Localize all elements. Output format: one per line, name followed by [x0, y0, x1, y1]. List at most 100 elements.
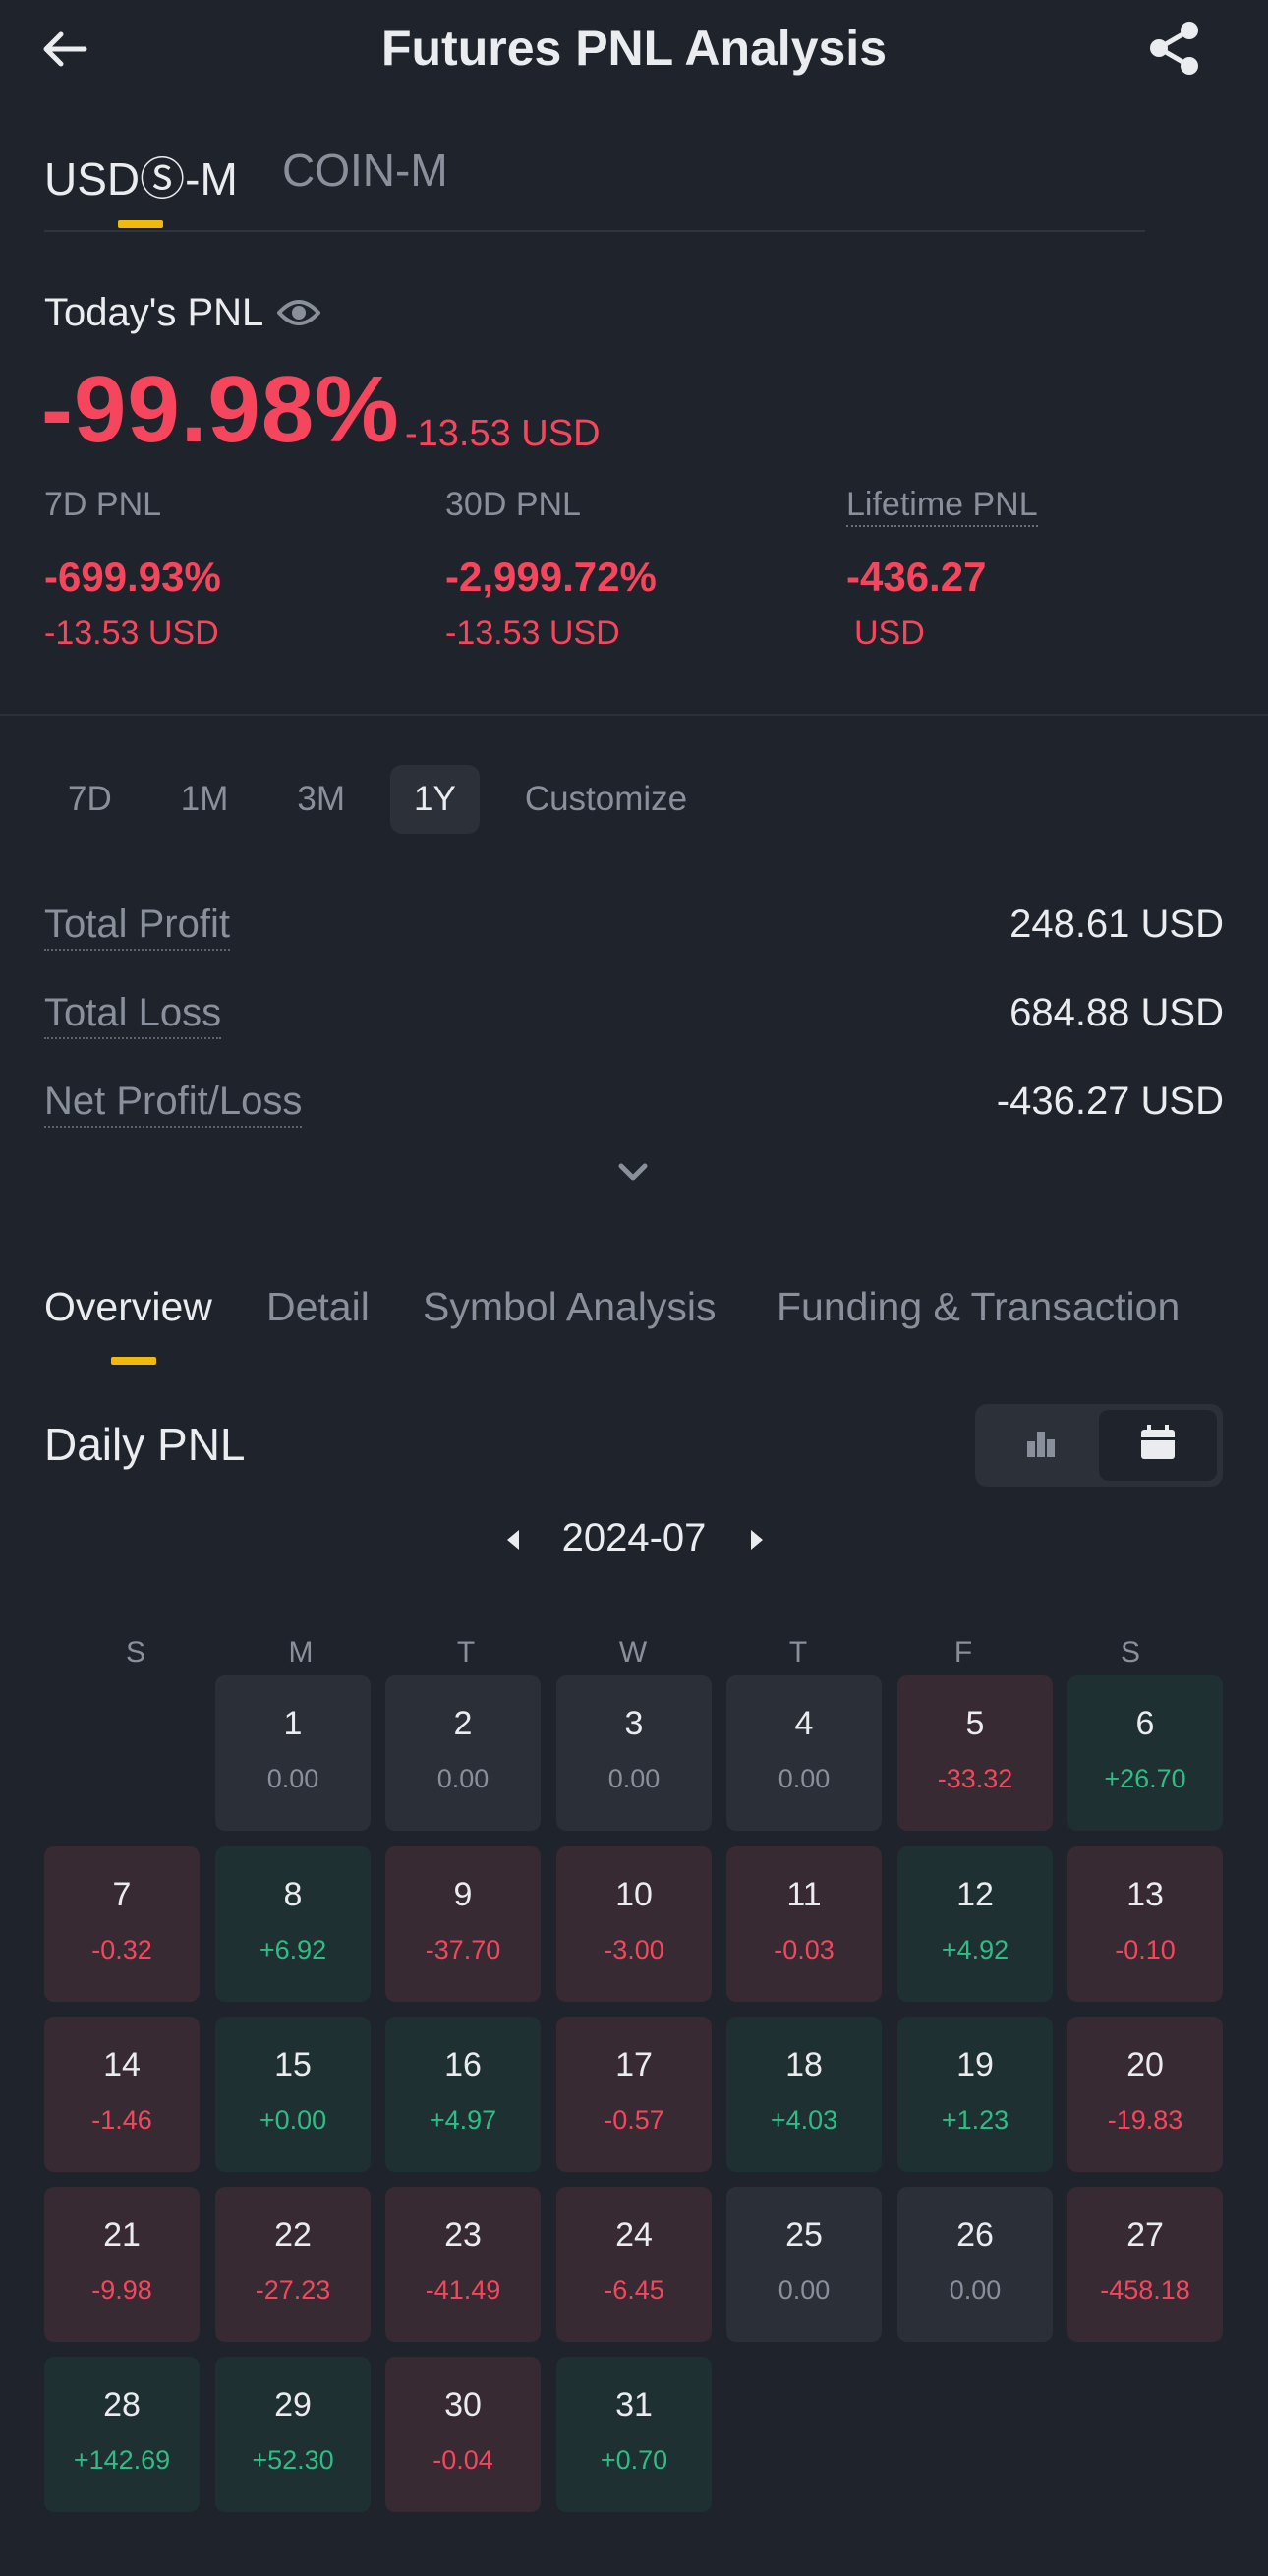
calendar-day-cell[interactable]: 28 +142.69 [44, 2357, 200, 2512]
day-number: 13 [1126, 1876, 1164, 1913]
range-tab-1y[interactable]: 1Y [390, 765, 480, 834]
calendar-day-cell[interactable]: 27 -458.18 [1067, 2187, 1223, 2342]
tab-coin-m[interactable]: COIN-M [282, 144, 448, 197]
calendar-day-cell[interactable]: 5 -33.32 [897, 1675, 1053, 1831]
day-pnl-value: -41.49 [425, 2275, 501, 2305]
calendar-day-cell[interactable]: 18 +4.03 [726, 2017, 882, 2172]
calendar-day-cell[interactable]: 4 0.00 [726, 1675, 882, 1831]
calendar-day-cell[interactable]: 14 -1.46 [44, 2017, 200, 2172]
weekday-label: W [618, 1636, 648, 1669]
summary-net-profit-loss: Net Profit/Loss -436.27 USD [44, 1080, 1224, 1139]
calendar-day-cell[interactable]: 20 -19.83 [1067, 2017, 1223, 2172]
top-bar: Futures PNL Analysis [0, 0, 1268, 103]
day-number: 24 [615, 2216, 653, 2254]
day-pnl-value: +142.69 [73, 2445, 171, 2475]
stat-label-lifetime[interactable]: Lifetime PNL [846, 486, 1038, 527]
page-title: Futures PNL Analysis [380, 21, 888, 76]
day-number: 1 [283, 1705, 303, 1742]
calendar-day-cell[interactable]: 30 -0.04 [385, 2357, 541, 2512]
calendar-day-cell[interactable]: 31 +0.70 [556, 2357, 712, 2512]
calendar-day-cell[interactable]: 12 +4.92 [897, 1846, 1053, 2002]
day-pnl-value: +52.30 [252, 2445, 334, 2475]
calendar-day-cell[interactable]: 23 -41.49 [385, 2187, 541, 2342]
day-pnl-value: -6.45 [604, 2275, 664, 2305]
calendar-day-cell[interactable]: 19 +1.23 [897, 2017, 1053, 2172]
weekday-label: T [456, 1636, 476, 1669]
calendar-day-cell[interactable]: 24 -6.45 [556, 2187, 712, 2342]
day-number: 7 [112, 1876, 132, 1913]
calendar-day-cell[interactable]: 25 0.00 [726, 2187, 882, 2342]
calendar-day-cell[interactable]: 17 -0.57 [556, 2017, 712, 2172]
day-pnl-value: 0.00 [778, 2275, 831, 2305]
range-tab-3m[interactable]: 3M [273, 765, 369, 834]
day-number: 10 [615, 1876, 653, 1913]
calendar-day-cell[interactable]: 2 0.00 [385, 1675, 541, 1831]
todays-pnl-usd: -13.53 USD [405, 413, 601, 454]
summary-label[interactable]: Total Loss [44, 991, 222, 1039]
day-pnl-value: +4.92 [941, 1935, 1009, 1964]
calendar-day-cell[interactable]: 3 0.00 [556, 1675, 712, 1831]
summary-label[interactable]: Total Profit [44, 903, 230, 951]
weekday-label: M [288, 1636, 314, 1669]
range-tab-7d[interactable]: 7D [44, 765, 136, 834]
calendar-day-cell[interactable]: 10 -3.00 [556, 1846, 712, 2002]
todays-pnl-label: Today's PNL [44, 291, 264, 334]
tab-overview[interactable]: Overview [44, 1284, 212, 1330]
month-navigator: 2024-07 [0, 1512, 1268, 1571]
day-number: 26 [956, 2216, 994, 2254]
day-number: 19 [956, 2046, 994, 2083]
chevron-down-icon[interactable] [613, 1158, 653, 1188]
tab-symbol-analysis[interactable]: Symbol Analysis [423, 1284, 717, 1330]
day-number: 3 [624, 1705, 644, 1742]
section-divider [0, 714, 1268, 716]
day-pnl-value: 0.00 [436, 1764, 490, 1793]
day-number: 17 [615, 2046, 653, 2083]
day-pnl-value: 0.00 [778, 1764, 831, 1793]
calendar-day-cell[interactable]: 29 +52.30 [215, 2357, 371, 2512]
day-pnl-value: +4.03 [770, 2105, 838, 2135]
day-number: 18 [785, 2046, 823, 2083]
day-pnl-value: 0.00 [607, 1764, 661, 1793]
calendar-day-cell[interactable]: 9 -37.70 [385, 1846, 541, 2002]
day-pnl-value: 0.00 [949, 2275, 1002, 2305]
range-tab-customize[interactable]: Customize [501, 765, 711, 834]
stat-label: 7D PNL [44, 486, 162, 523]
day-number: 30 [444, 2386, 482, 2424]
day-pnl-value: +1.23 [941, 2105, 1009, 2135]
day-number: 27 [1126, 2216, 1164, 2254]
day-number: 14 [103, 2046, 141, 2083]
range-tab-1m[interactable]: 1M [157, 765, 253, 834]
summary-total-profit: Total Profit 248.61 USD [44, 903, 1224, 962]
day-number: 22 [274, 2216, 312, 2254]
caret-right-icon[interactable] [747, 1526, 767, 1553]
chart-view-button[interactable] [981, 1410, 1099, 1481]
tab-detail[interactable]: Detail [266, 1284, 370, 1330]
summary-label[interactable]: Net Profit/Loss [44, 1080, 303, 1128]
calendar-day-cell[interactable]: 15 +0.00 [215, 2017, 371, 2172]
calendar-day-cell[interactable]: 11 -0.03 [726, 1846, 882, 2002]
day-pnl-value: +4.97 [429, 2105, 497, 2135]
calendar-day-cell[interactable]: 6 +26.70 [1067, 1675, 1223, 1831]
view-toggle [975, 1404, 1223, 1487]
calendar-day-cell[interactable]: 13 -0.10 [1067, 1846, 1223, 2002]
calendar-day-cell[interactable]: 26 0.00 [897, 2187, 1053, 2342]
calendar-day-cell[interactable]: 1 0.00 [215, 1675, 371, 1831]
day-number: 25 [785, 2216, 823, 2254]
calendar-day-cell[interactable]: 21 -9.98 [44, 2187, 200, 2342]
day-pnl-value: -9.98 [91, 2275, 152, 2305]
calendar-day-cell[interactable]: 22 -27.23 [215, 2187, 371, 2342]
day-number: 28 [103, 2386, 141, 2424]
calendar-day-cell[interactable]: 7 -0.32 [44, 1846, 200, 2002]
share-icon[interactable] [1146, 20, 1203, 77]
calendar-day-cell[interactable]: 16 +4.97 [385, 2017, 541, 2172]
eye-icon[interactable] [277, 293, 320, 332]
day-number: 15 [274, 2046, 312, 2083]
calendar-view-button[interactable] [1099, 1410, 1217, 1481]
day-pnl-value: -0.57 [604, 2105, 664, 2135]
calendar-day-cell[interactable]: 8 +6.92 [215, 1846, 371, 2002]
tab-funding-transaction[interactable]: Funding & Transaction [777, 1284, 1180, 1330]
weekday-label: T [788, 1636, 808, 1669]
day-number: 23 [444, 2216, 482, 2254]
tab-usds-m[interactable]: USDⓈ-M [44, 144, 238, 208]
day-pnl-value: -19.83 [1107, 2105, 1183, 2135]
